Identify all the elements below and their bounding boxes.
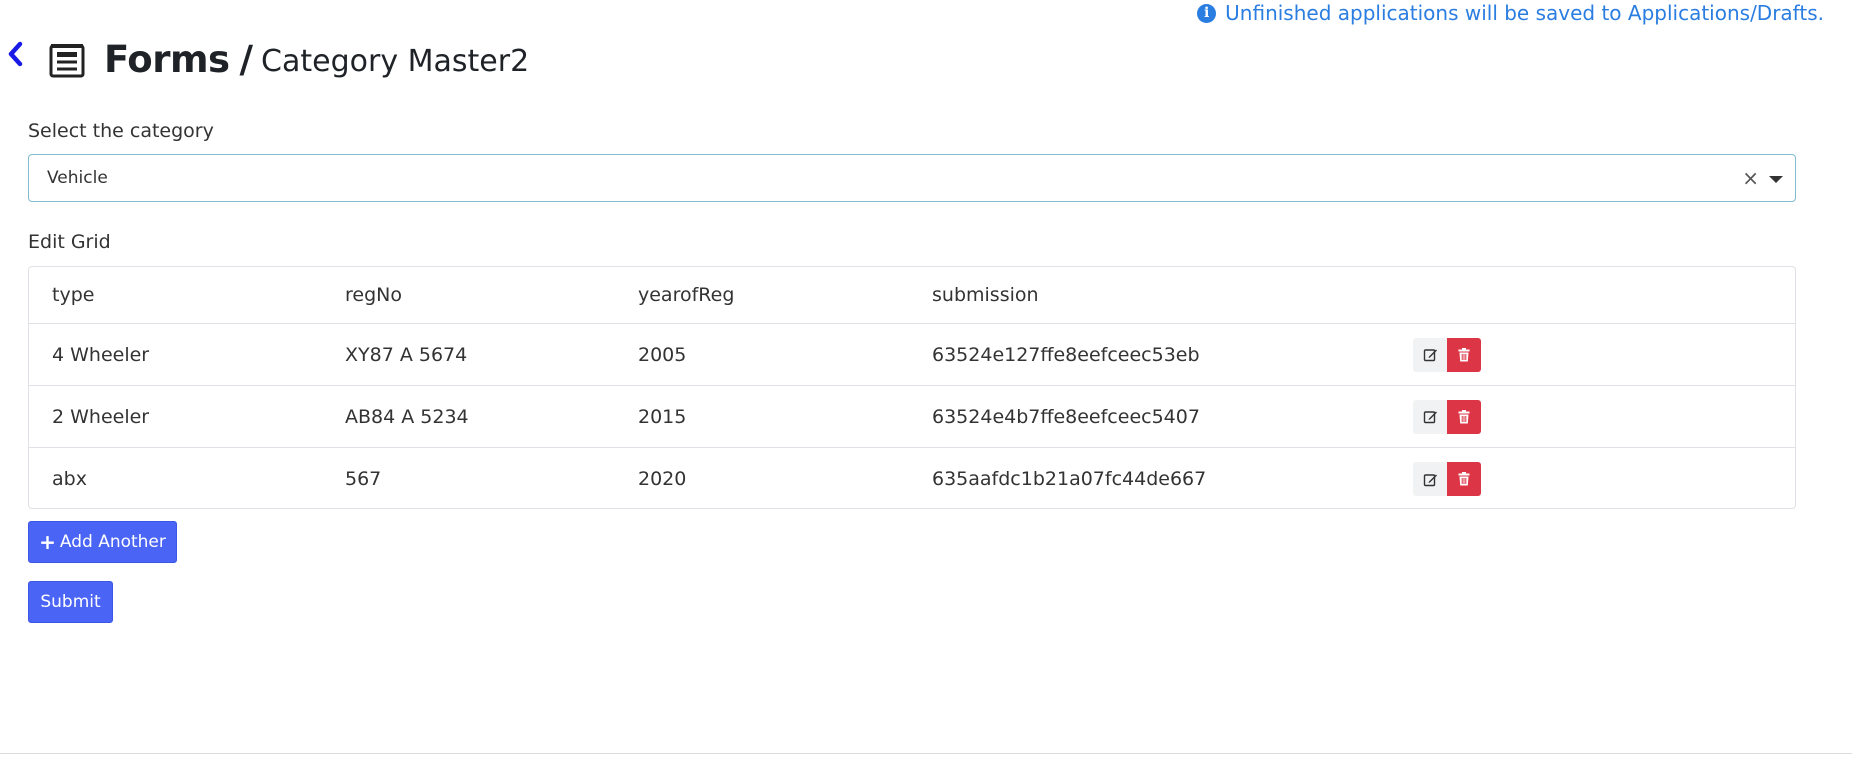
- add-another-label: Add Another: [59, 532, 166, 552]
- row-actions: [1413, 462, 1481, 496]
- table-row: 2 Wheeler AB84 A 5234 2015 63524e4b7ffe8…: [29, 386, 1795, 448]
- cell-yearofreg: 2015: [638, 405, 687, 428]
- chevron-left-icon: [8, 41, 23, 67]
- column-header-type: type: [52, 284, 95, 306]
- footer-divider: [0, 753, 1852, 754]
- cell-submission: 63524e4b7ffe8eefceec5407: [932, 405, 1200, 428]
- page-header: Forms / Category Master2: [48, 38, 529, 81]
- edit-row-button[interactable]: [1413, 462, 1447, 496]
- plus-icon: +: [39, 530, 56, 554]
- draft-notice: i Unfinished applications will be saved …: [1197, 1, 1824, 25]
- delete-row-button[interactable]: [1447, 337, 1481, 372]
- cell-type: 4 Wheeler: [52, 343, 150, 366]
- edit-grid: type regNo yearofReg submission 4 Wheele…: [28, 266, 1796, 509]
- trash-icon: [1458, 472, 1470, 486]
- edit-icon: [1423, 411, 1437, 424]
- table-row: 4 Wheeler XY87 A 5674 2005 63524e127ffe8…: [29, 324, 1795, 386]
- add-another-button[interactable]: + Add Another: [28, 521, 177, 563]
- back-button[interactable]: [0, 36, 30, 72]
- clear-icon[interactable]: ×: [1742, 166, 1759, 190]
- cell-type: abx: [52, 468, 87, 490]
- edit-grid-label: Edit Grid: [28, 231, 111, 253]
- edit-icon: [1423, 473, 1437, 486]
- column-header-regno: regNo: [345, 284, 402, 306]
- trash-icon: [1458, 409, 1470, 423]
- cell-regno: XY87 A 5674: [345, 343, 468, 366]
- column-header-submission: submission: [932, 284, 1039, 306]
- delete-row-button[interactable]: [1447, 462, 1481, 496]
- cell-submission: 63524e127ffe8eefceec53eb: [932, 343, 1200, 366]
- title-separator: /: [239, 38, 254, 81]
- caret-down-icon[interactable]: [1769, 176, 1783, 183]
- table-row: abx 567 2020 635aafdc1b21a07fc44de667: [29, 448, 1795, 510]
- grid-header-row: type regNo yearofReg submission: [29, 267, 1795, 324]
- form-name: Category Master2: [261, 44, 530, 79]
- info-icon: i: [1197, 3, 1217, 23]
- cell-regno: 567: [345, 468, 382, 490]
- trash-icon: [1458, 347, 1470, 361]
- row-actions: [1413, 337, 1481, 372]
- category-selected-value: Vehicle: [47, 168, 108, 188]
- cell-yearofreg: 2020: [638, 468, 687, 490]
- category-label: Select the category: [28, 120, 214, 142]
- column-header-yearofreg: yearofReg: [638, 284, 735, 306]
- submit-label: Submit: [40, 592, 101, 612]
- cell-type: 2 Wheeler: [52, 405, 150, 428]
- category-select[interactable]: Vehicle ×: [28, 154, 1796, 202]
- cell-yearofreg: 2005: [638, 343, 687, 366]
- edit-row-button[interactable]: [1413, 399, 1447, 434]
- submit-button[interactable]: Submit: [28, 581, 113, 623]
- cell-submission: 635aafdc1b21a07fc44de667: [932, 468, 1207, 490]
- row-actions: [1413, 399, 1481, 434]
- cell-regno: AB84 A 5234: [345, 405, 469, 428]
- form-icon: [49, 43, 85, 77]
- edit-row-button[interactable]: [1413, 337, 1447, 372]
- page-title: Forms: [104, 38, 230, 81]
- draft-notice-text: Unfinished applications will be saved to…: [1225, 1, 1824, 25]
- delete-row-button[interactable]: [1447, 399, 1481, 434]
- edit-icon: [1423, 349, 1437, 362]
